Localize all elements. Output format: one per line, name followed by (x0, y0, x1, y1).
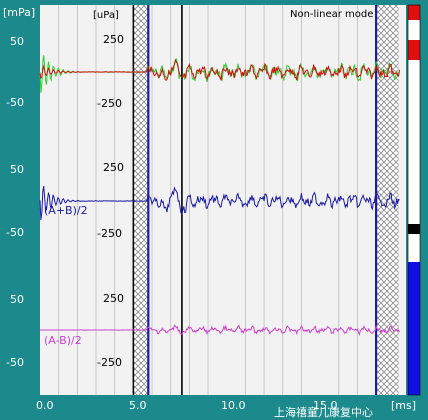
red-level-top (408, 5, 420, 20)
black-level (408, 224, 420, 234)
x-tick-5: 5.0 (129, 399, 147, 412)
mid-axis-panel2-bottom: -250 (97, 227, 122, 240)
oscilloscope-display: [mPa] [uPa] Non-linear mode 50 -50 50 -5… (3, 4, 421, 419)
white-level-low (408, 234, 420, 262)
hatched-region (133, 5, 149, 395)
mid-axis-panel3-bottom: -250 (97, 356, 122, 369)
x-unit-label: [ms] (391, 399, 416, 412)
sum-trace-label: (A+B)/2 (44, 204, 88, 217)
mid-axis-panel1-bottom: -250 (97, 97, 122, 110)
mid-axis-panel2-top: 250 (103, 161, 124, 174)
white-level-top (408, 20, 420, 40)
left-axis-panel1-top: 50 (10, 35, 24, 48)
white-level-mid (408, 60, 420, 224)
blue-level (408, 262, 420, 395)
x-tick-0: 0.0 (36, 399, 54, 412)
mid-unit-label: [uPa] (93, 10, 119, 21)
left-axis-panel2-top: 50 (10, 163, 24, 176)
left-unit-label: [mPa] (3, 6, 35, 19)
mid-axis-panel3-top: 250 (103, 292, 124, 305)
left-axis-panel2-bottom: -50 (6, 226, 24, 239)
x-tick-10: 10.0 (221, 399, 246, 412)
mid-axis-panel1-top: 250 (103, 33, 124, 46)
left-axis-panel3-bottom: -50 (6, 356, 24, 369)
mode-label: Non-linear mode (290, 9, 373, 20)
left-axis-panel3-top: 50 (10, 293, 24, 306)
diff-trace-label: (A-B)/2 (44, 334, 82, 347)
level-side-bar (407, 4, 421, 396)
watermark-text: 上海禧童儿康复中心 (274, 405, 373, 419)
red-level-bottom (408, 40, 420, 60)
left-axis-panel1-bottom: -50 (6, 96, 24, 109)
